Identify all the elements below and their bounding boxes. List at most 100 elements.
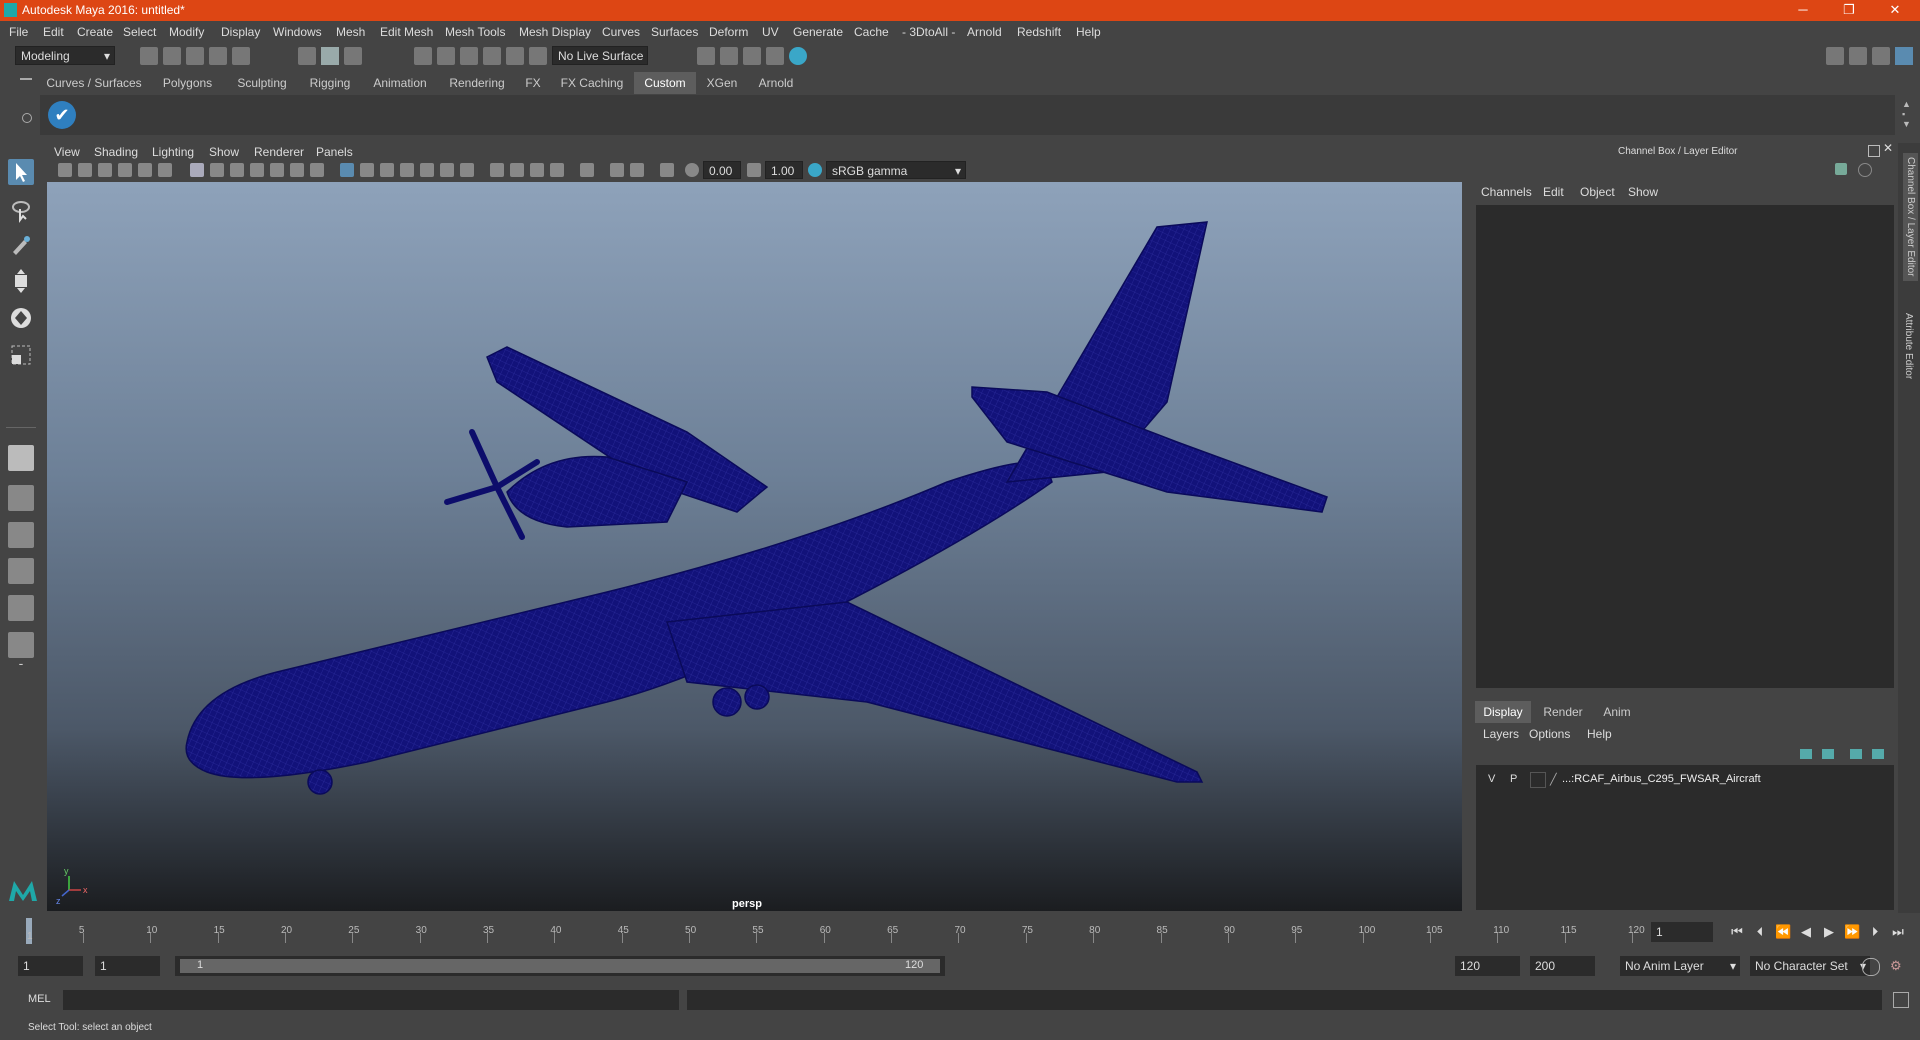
layer-tab-anim[interactable]: Anim [1594, 701, 1640, 723]
step-back-icon[interactable]: ⏴ [1752, 924, 1768, 940]
menu-deform[interactable]: Deform [709, 25, 748, 39]
menu-surfaces[interactable]: Surfaces [651, 25, 698, 39]
shadows-icon[interactable] [440, 163, 454, 177]
use-lights-icon[interactable] [420, 163, 434, 177]
move-tool-icon[interactable] [8, 268, 34, 294]
panel-layout-icon[interactable] [1872, 47, 1890, 65]
manipulator-icon[interactable] [1835, 163, 1847, 175]
snap-view-icon[interactable] [483, 47, 501, 65]
float-panel-icon[interactable] [1868, 145, 1880, 157]
animation-end-field[interactable]: 200 [1530, 956, 1595, 976]
shelf-tab-fx[interactable]: FX [520, 72, 546, 94]
layer-menu-options[interactable]: Options [1529, 727, 1570, 741]
layer-playback-toggle[interactable]: P [1510, 773, 1517, 785]
open-scene-icon[interactable] [163, 47, 181, 65]
menu-cache[interactable]: Cache [854, 25, 889, 39]
wireframe-icon[interactable] [340, 163, 354, 177]
animation-start-field[interactable]: 1 [18, 956, 83, 976]
anti-aliasing-icon[interactable] [510, 163, 524, 177]
channel-box-body[interactable] [1476, 205, 1894, 688]
step-forward-key-icon[interactable]: ⏩ [1844, 924, 1860, 940]
select-tool-icon[interactable] [8, 159, 34, 185]
ipr-render-icon[interactable] [743, 47, 761, 65]
layer-edit-icon[interactable]: ╱ [1550, 773, 1557, 786]
render-frame-icon[interactable] [720, 47, 738, 65]
rotate-tool-icon[interactable] [8, 305, 34, 331]
side-by-side-layout-icon[interactable] [8, 522, 34, 548]
script-editor-icon[interactable] [1893, 992, 1909, 1008]
menu-mesh-display[interactable]: Mesh Display [519, 25, 591, 39]
command-language-label[interactable]: MEL [28, 993, 51, 1005]
layer-row[interactable]: V P ╱ ...:RCAF_Airbus_C295_FWSAR_Aircraf… [1480, 771, 1890, 789]
move-layer-up-icon[interactable] [1800, 749, 1812, 759]
bookmark-icon[interactable] [98, 163, 112, 177]
select-component-icon[interactable] [344, 47, 362, 65]
menu-modify[interactable]: Modify [169, 25, 204, 39]
channel-menu-show[interactable]: Show [1628, 185, 1658, 199]
undo-icon[interactable] [209, 47, 227, 65]
viewport-menu-lighting[interactable]: Lighting [152, 145, 194, 159]
character-set-selector[interactable]: No Character Set ▾ [1750, 956, 1870, 976]
layer-tab-display[interactable]: Display [1475, 701, 1531, 723]
motion-blur-icon[interactable] [490, 163, 504, 177]
step-forward-icon[interactable]: ⏵ [1867, 924, 1883, 940]
layer-tab-render[interactable]: Render [1537, 701, 1589, 723]
grease-pencil-icon[interactable] [158, 163, 172, 177]
outliner-persp-layout-icon[interactable] [8, 558, 34, 584]
current-frame-field[interactable]: 1 [1651, 922, 1713, 942]
graph-persp-layout-icon[interactable] [8, 595, 34, 621]
shelf-settings-icon[interactable] [22, 113, 32, 123]
channel-menu-object[interactable]: Object [1580, 185, 1615, 199]
snap-vertex-icon[interactable] [529, 47, 547, 65]
paint-select-tool-icon[interactable] [8, 232, 34, 258]
new-scene-icon[interactable] [140, 47, 158, 65]
new-layer-selected-icon[interactable] [1872, 749, 1884, 759]
lasso-tool-icon[interactable] [8, 197, 34, 223]
viewport-3d[interactable]: y x z persp [47, 182, 1462, 911]
color-space-selector[interactable]: sRGB gamma ▾ [826, 161, 966, 179]
go-to-end-icon[interactable]: ⏭ [1890, 924, 1906, 940]
snap-grid-icon[interactable] [414, 47, 432, 65]
animation-preferences-icon[interactable]: ⚙ [1890, 958, 1906, 974]
layer-menu-layers[interactable]: Layers [1483, 727, 1519, 741]
channel-menu-channels[interactable]: Channels [1481, 185, 1532, 199]
menu-edit[interactable]: Edit [43, 25, 64, 39]
single-view-layout-icon[interactable] [8, 445, 34, 471]
save-scene-icon[interactable] [186, 47, 204, 65]
layer-color-swatch[interactable] [1530, 772, 1546, 788]
four-view-layout-icon[interactable] [8, 485, 34, 511]
xray-active-icon[interactable] [660, 163, 674, 177]
menu-select[interactable]: Select [123, 25, 156, 39]
minimize-button[interactable]: ─ [1780, 0, 1826, 21]
menu-generate[interactable]: Generate [793, 25, 843, 39]
select-hierarchy-icon[interactable] [298, 47, 316, 65]
menu-curves[interactable]: Curves [602, 25, 640, 39]
new-layer-icon[interactable] [1850, 749, 1862, 759]
viewport-menu-view[interactable]: View [54, 145, 80, 159]
hypershade-icon[interactable] [789, 47, 807, 65]
shelf-tab-arnold[interactable]: Arnold [752, 72, 800, 94]
viewport-menu-shading[interactable]: Shading [94, 145, 138, 159]
side-tab-channel-box[interactable]: Channel Box / Layer Editor [1903, 153, 1918, 281]
time-slider[interactable] [24, 915, 1644, 945]
snap-point-icon[interactable] [460, 47, 478, 65]
gamma-icon[interactable] [747, 163, 761, 177]
playback-end-field[interactable]: 120 [1455, 956, 1520, 976]
resolution-gate-icon[interactable] [230, 163, 244, 177]
shelf-tab-xgen[interactable]: XGen [701, 72, 743, 94]
ambient-occlusion-icon[interactable] [460, 163, 474, 177]
scale-tool-icon[interactable] [8, 342, 34, 368]
range-slider-handle[interactable] [180, 959, 940, 973]
menu-mesh-tools[interactable]: Mesh Tools [445, 25, 505, 39]
shelf-tab-fx-caching[interactable]: FX Caching [556, 72, 628, 94]
playback-start-field[interactable]: 1 [95, 956, 160, 976]
wireframe-on-shaded-icon[interactable] [380, 163, 394, 177]
depth-of-field-icon[interactable] [530, 163, 544, 177]
xray-joints-icon[interactable] [610, 163, 624, 177]
mode-selector[interactable]: Modeling ▾ [15, 46, 115, 65]
exposure-icon[interactable] [685, 163, 699, 177]
textured-icon[interactable] [400, 163, 414, 177]
snap-curve-icon[interactable] [437, 47, 455, 65]
shelf-tab-polygons[interactable]: Polygons [155, 72, 220, 94]
safe-action-icon[interactable] [290, 163, 304, 177]
